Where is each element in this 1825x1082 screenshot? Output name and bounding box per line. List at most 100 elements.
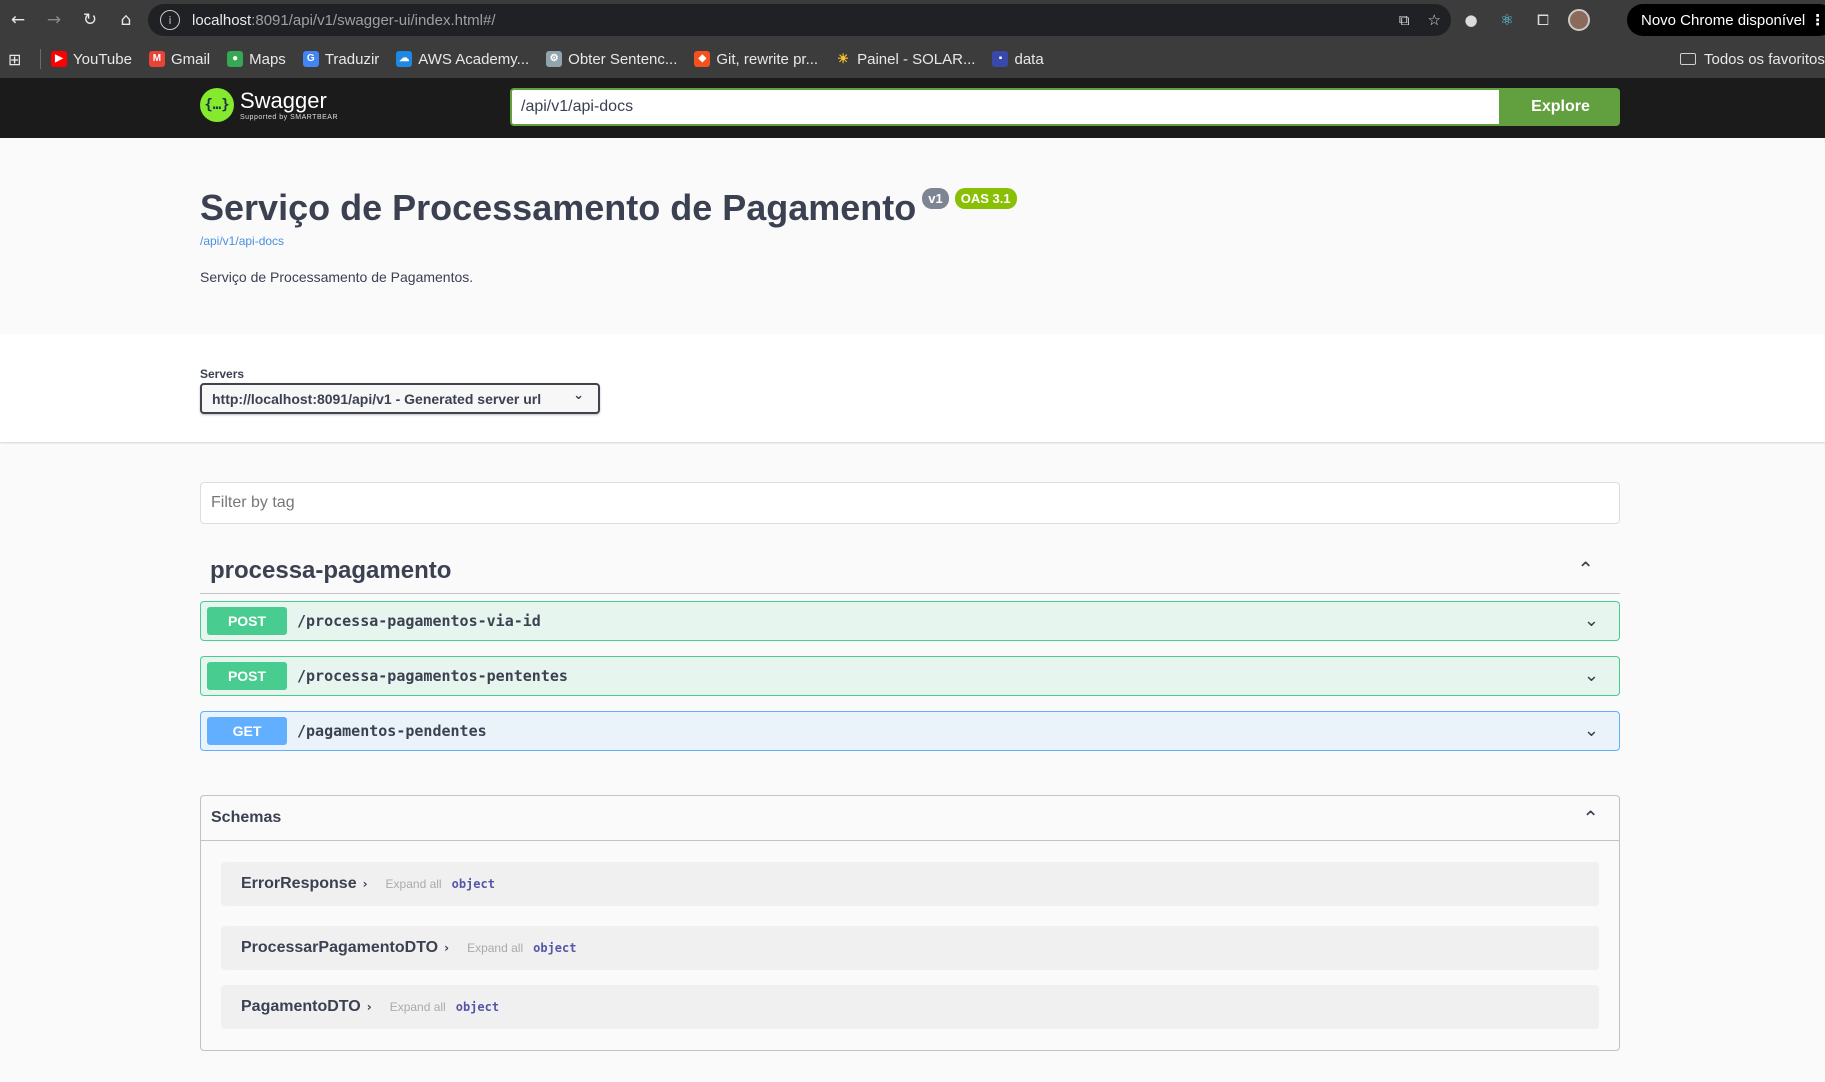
all-bookmarks-label: Todos os favoritos bbox=[1704, 50, 1825, 68]
chevron-right-icon: › bbox=[444, 941, 450, 955]
method-badge: GET bbox=[207, 717, 287, 745]
browser-toolbar: ← → ↻ ⌂ i localhost:8091/api/v1/swagger-… bbox=[0, 0, 1825, 40]
expand-all-link[interactable]: Expand all bbox=[467, 941, 523, 955]
swagger-topbar: {…} Swagger Supported by SMARTBEAR Explo… bbox=[0, 78, 1825, 138]
home-icon[interactable]: ⌂ bbox=[108, 0, 144, 40]
youtube-icon: ▶ bbox=[51, 51, 67, 67]
all-bookmarks-folder[interactable]: Todos os favoritos bbox=[1680, 40, 1825, 78]
bookmark-traduzir[interactable]: G Traduzir bbox=[302, 50, 380, 68]
translate-icon: G bbox=[302, 51, 319, 67]
git-icon: ◆ bbox=[694, 51, 711, 67]
schema-pagamento-dto[interactable]: PagamentoDTO › Expand all object bbox=[221, 985, 1599, 1029]
page-title: Serviço de Processamento de Pagamento bbox=[200, 187, 917, 228]
method-badge: POST bbox=[207, 662, 287, 690]
back-icon[interactable]: ← bbox=[0, 0, 36, 40]
cloud-icon: ☁ bbox=[396, 51, 413, 67]
schema-name: ErrorResponse bbox=[241, 875, 357, 892]
oas-badge: OAS 3.1 bbox=[954, 188, 1017, 209]
data-icon: ▪ bbox=[992, 51, 1009, 67]
schema-name: PagamentoDTO bbox=[241, 998, 361, 1015]
servers-selected-value: http://localhost:8091/api/v1 - Generated… bbox=[212, 390, 542, 407]
schemas-header[interactable]: Schemas ⌃ bbox=[201, 796, 1619, 841]
chevron-down-icon: ⌄ bbox=[573, 388, 584, 403]
translate-icon[interactable]: ⧉ bbox=[1399, 11, 1410, 29]
bookmark-label: Gmail bbox=[170, 50, 211, 68]
bookmark-label: Traduzir bbox=[324, 50, 380, 68]
filter-by-tag-input[interactable] bbox=[200, 482, 1620, 524]
chevron-down-icon[interactable]: ⌄ bbox=[1584, 610, 1599, 631]
chevron-down-icon[interactable]: ⌄ bbox=[1584, 720, 1599, 741]
spec-link[interactable]: /api/v1/api-docs bbox=[200, 234, 1620, 248]
forward-icon[interactable]: → bbox=[36, 0, 72, 40]
tag-header[interactable]: processa-pagamento ⌃ bbox=[200, 548, 1620, 594]
bookmark-label: data bbox=[1014, 50, 1044, 68]
settings-icon: ⚙ bbox=[546, 51, 563, 67]
bookmark-youtube[interactable]: ▶ YouTube bbox=[51, 51, 132, 68]
operation-post-processa-pagamentos-via-id[interactable]: POST /processa-pagamentos-via-id ⌄ bbox=[200, 601, 1620, 641]
address-bar[interactable]: i localhost:8091/api/v1/swagger-ui/index… bbox=[148, 4, 1451, 36]
schema-processar-pagamento-dto[interactable]: ProcessarPagamentoDTO › Expand all objec… bbox=[221, 926, 1599, 970]
servers-select[interactable]: http://localhost:8091/api/v1 - Generated… bbox=[200, 383, 600, 414]
bookmark-label: Painel - SOLAR... bbox=[857, 50, 976, 68]
spec-url-input[interactable] bbox=[510, 88, 1501, 126]
bookmark-data[interactable]: ▪ data bbox=[992, 50, 1044, 68]
update-chrome-button[interactable]: Novo Chrome disponível ⋮ bbox=[1627, 4, 1825, 36]
bookmark-star-icon[interactable]: ☆ bbox=[1428, 11, 1441, 29]
explore-form: Explore bbox=[510, 88, 1620, 126]
folder-icon bbox=[1680, 53, 1696, 65]
sun-icon: ☀ bbox=[837, 51, 849, 66]
schema-name: ProcessarPagamentoDTO bbox=[241, 939, 439, 956]
expand-all-link[interactable]: Expand all bbox=[386, 877, 442, 891]
url-path: :8091/api/v1/swagger-ui/index.html#/ bbox=[251, 11, 496, 29]
operation-path: /pagamentos-pendentes bbox=[297, 722, 487, 740]
profile-avatar[interactable] bbox=[1568, 9, 1590, 31]
react-devtools-icon[interactable]: ⚛ bbox=[1496, 9, 1518, 31]
extension-icon[interactable]: ● bbox=[1460, 9, 1482, 31]
extensions-puzzle-icon[interactable]: ⧠ bbox=[1532, 9, 1554, 31]
bookmark-label: Obter Sentenc... bbox=[568, 50, 678, 68]
version-badge: v1 bbox=[922, 188, 949, 209]
logo-title: Swagger bbox=[240, 87, 327, 113]
bookmark-git[interactable]: ◆ Git, rewrite pr... bbox=[694, 51, 818, 68]
menu-dots-icon[interactable]: ⋮ bbox=[1810, 4, 1825, 36]
bookmark-label: Git, rewrite pr... bbox=[716, 50, 819, 68]
servers-section: Servers http://localhost:8091/api/v1 - G… bbox=[0, 334, 1825, 442]
bookmark-label: AWS Academy... bbox=[418, 50, 530, 68]
chevron-right-icon: › bbox=[366, 1000, 372, 1014]
logo-subtitle: Supported by SMARTBEAR bbox=[240, 113, 339, 121]
schemas-title: Schemas bbox=[211, 809, 282, 826]
swagger-logo-icon: {…} bbox=[200, 88, 234, 122]
chevron-up-icon[interactable]: ⌃ bbox=[1577, 557, 1594, 581]
bookmark-obter[interactable]: ⚙ Obter Sentenc... bbox=[546, 51, 677, 68]
schema-type: object bbox=[455, 1000, 500, 1014]
schema-type: object bbox=[533, 941, 577, 955]
chevron-down-icon[interactable]: ⌄ bbox=[1584, 665, 1599, 686]
expand-all-link[interactable]: Expand all bbox=[390, 1000, 446, 1014]
operation-path: /processa-pagamentos-pententes bbox=[297, 667, 568, 685]
bookmark-label: YouTube bbox=[73, 50, 132, 68]
bookmark-label: Maps bbox=[249, 50, 286, 68]
bookmark-painel[interactable]: ☀ Painel - SOLAR... bbox=[835, 51, 975, 68]
operation-path: /processa-pagamentos-via-id bbox=[297, 612, 541, 630]
api-info: Serviço de Processamento de Pagamento v1… bbox=[200, 185, 1620, 285]
maps-icon: ● bbox=[227, 51, 244, 67]
bookmark-gmail[interactable]: M Gmail bbox=[148, 50, 211, 68]
gmail-icon: M bbox=[148, 51, 165, 67]
tag-name: processa-pagamento bbox=[210, 556, 452, 584]
swagger-logo[interactable]: {…} Swagger Supported by SMARTBEAR bbox=[200, 88, 338, 122]
operation-post-processa-pagamentos-pententes[interactable]: POST /processa-pagamentos-pententes ⌄ bbox=[200, 656, 1620, 696]
site-info-icon[interactable]: i bbox=[160, 10, 180, 30]
schemas-section: Schemas ⌃ ErrorResponse › Expand all obj… bbox=[200, 795, 1620, 1051]
bookmarks-separator bbox=[40, 49, 41, 69]
explore-button[interactable]: Explore bbox=[1501, 88, 1620, 126]
bookmark-aws[interactable]: ☁ AWS Academy... bbox=[396, 51, 529, 68]
chevron-up-icon[interactable]: ⌃ bbox=[1582, 806, 1599, 830]
servers-label: Servers bbox=[200, 367, 245, 381]
operation-get-pagamentos-pendentes[interactable]: GET /pagamentos-pendentes ⌄ bbox=[200, 711, 1620, 751]
reload-icon[interactable]: ↻ bbox=[72, 0, 108, 40]
chevron-right-icon: › bbox=[362, 877, 368, 891]
update-label: Novo Chrome disponível bbox=[1641, 11, 1806, 29]
bookmark-maps[interactable]: ● Maps bbox=[227, 51, 286, 68]
schema-error-response[interactable]: ErrorResponse › Expand all object bbox=[221, 862, 1599, 906]
apps-grid-icon[interactable]: ⊞ bbox=[8, 50, 30, 69]
